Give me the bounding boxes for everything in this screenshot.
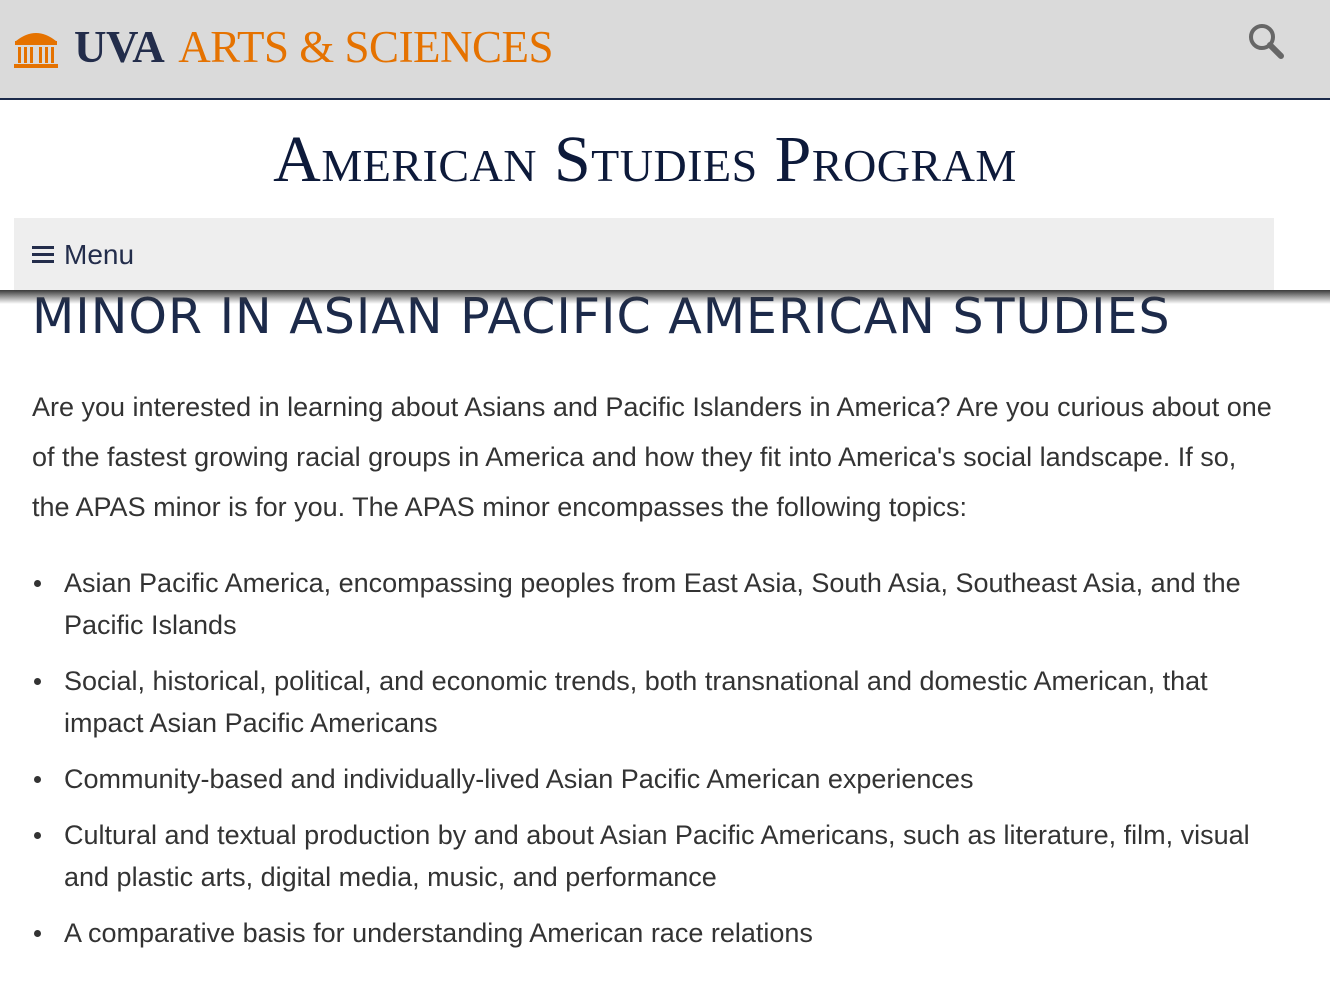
list-item: Community-based and individually-lived A… — [32, 758, 1272, 800]
logo-uva-text: UVA — [74, 22, 165, 72]
program-title[interactable]: American Studies Program — [0, 122, 1290, 198]
site-header: UVA ARTS & SCIENCES — [0, 0, 1330, 100]
menu-bar: Menu — [14, 218, 1274, 292]
topics-list: Asian Pacific America, encompassing peop… — [32, 562, 1272, 968]
intro-paragraph: Are you interested in learning about Asi… — [32, 392, 1272, 522]
menu-shadow — [0, 290, 1330, 304]
menu-label: Menu — [64, 239, 135, 270]
search-button[interactable] — [1243, 18, 1289, 64]
menu-button[interactable]: Menu — [32, 238, 134, 272]
list-item: Cultural and textual production by and a… — [32, 814, 1272, 898]
hamburger-icon — [32, 246, 54, 264]
list-item: Asian Pacific America, encompassing peop… — [32, 562, 1272, 646]
uva-arts-sciences-logo[interactable]: UVA ARTS & SCIENCES — [12, 20, 554, 74]
search-icon — [1249, 24, 1284, 59]
list-item: Social, historical, political, and econo… — [32, 660, 1272, 744]
rotunda-icon — [14, 33, 58, 68]
logo-arts-sciences-text: ARTS & SCIENCES — [178, 22, 554, 72]
list-item: A comparative basis for understanding Am… — [32, 912, 1272, 954]
